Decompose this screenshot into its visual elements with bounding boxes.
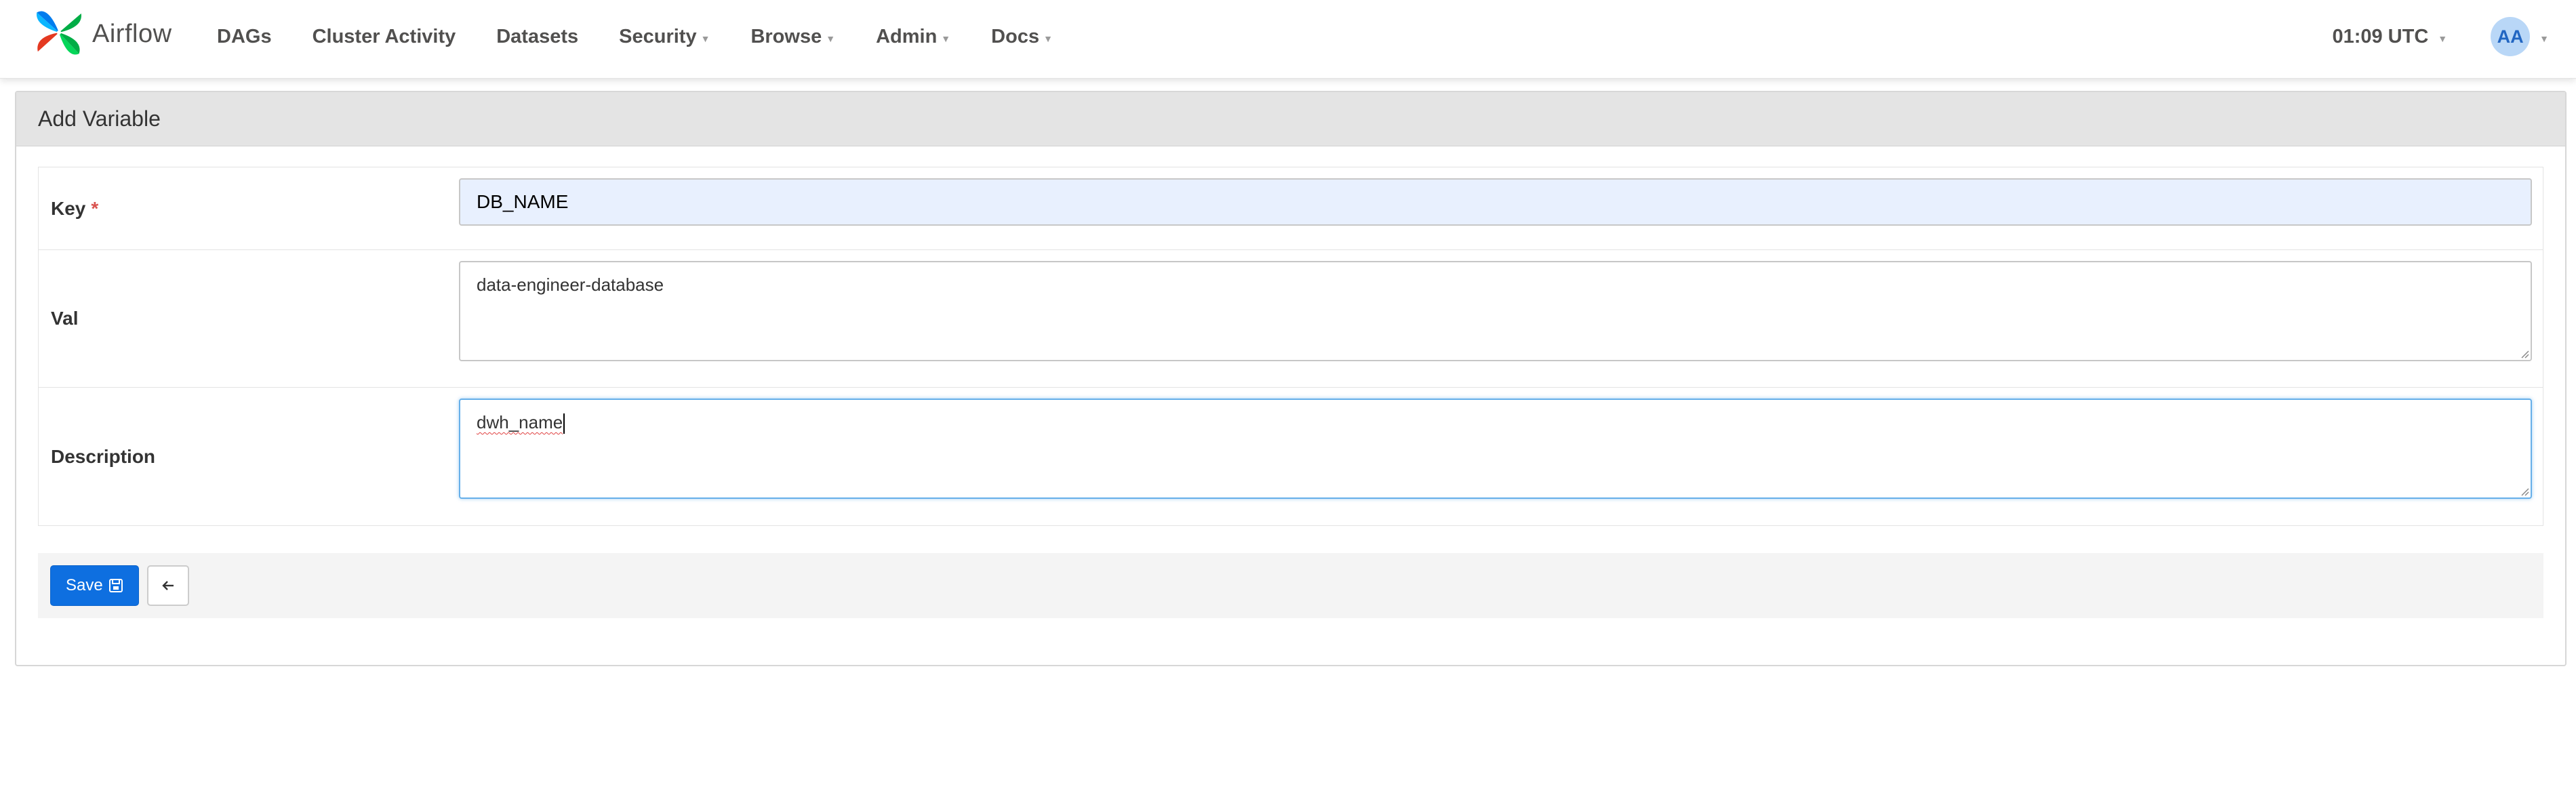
top-navbar: Airflow DAGs Cluster Activity Datasets S…: [0, 0, 2576, 79]
brand-name: Airflow: [92, 19, 172, 48]
caret-down-icon: ▼: [700, 33, 710, 44]
save-button[interactable]: Save: [50, 565, 139, 606]
description-label-text: Description: [51, 445, 156, 467]
nav-dags-label: DAGs: [217, 25, 272, 47]
text-cursor: [563, 413, 565, 434]
key-input[interactable]: DB_NAME: [459, 178, 2532, 226]
description-textarea-value: dwh_name: [477, 412, 563, 432]
val-textarea[interactable]: data-engineer-database: [459, 261, 2532, 361]
resize-grip-icon[interactable]: [2518, 348, 2529, 359]
add-variable-panel: Add Variable Key * DB_NAME Val data-engi…: [15, 91, 2567, 666]
resize-grip-icon[interactable]: [2518, 485, 2529, 496]
panel-title: Add Variable: [16, 92, 2565, 146]
key-cell: DB_NAME: [459, 167, 2543, 249]
brand-link[interactable]: Airflow: [33, 7, 172, 61]
nav-docs-dropdown[interactable]: Docs ▼: [991, 26, 1053, 48]
nav-cluster-activity[interactable]: Cluster Activity: [313, 26, 456, 48]
nav-security-dropdown[interactable]: Security ▼: [619, 26, 710, 48]
form-row-description: Description dwh_name: [39, 388, 2543, 525]
back-button[interactable]: [146, 565, 189, 606]
nav-cluster-activity-label: Cluster Activity: [312, 25, 456, 47]
nav-right: 01:09 UTC ▼ AA ▼: [2332, 0, 2549, 73]
nav-datasets-label: Datasets: [496, 25, 579, 47]
airflow-logo-icon: [33, 6, 85, 62]
key-label: Key *: [39, 167, 459, 249]
description-label: Description: [39, 388, 459, 525]
clock-text: 01:09 UTC: [2332, 25, 2429, 47]
form-row-val: Val data-engineer-database: [39, 250, 2543, 388]
avatar: AA: [2491, 17, 2531, 56]
val-cell: data-engineer-database: [459, 250, 2543, 387]
save-button-label: Save: [66, 576, 103, 594]
nav-admin-dropdown[interactable]: Admin ▼: [876, 26, 950, 48]
arrow-left-icon: [162, 581, 174, 590]
nav-security-label: Security: [619, 25, 697, 47]
caret-down-icon: ▼: [2438, 33, 2448, 44]
val-textarea-value: data-engineer-database: [477, 274, 664, 295]
val-label: Val: [39, 250, 459, 387]
save-icon: [108, 579, 123, 592]
main-nav: DAGs Cluster Activity Datasets Security …: [217, 0, 1093, 73]
key-label-text: Key: [51, 197, 86, 219]
clock-dropdown[interactable]: 01:09 UTC ▼: [2332, 26, 2447, 48]
nav-docs-label: Docs: [991, 25, 1040, 47]
nav-datasets[interactable]: Datasets: [496, 26, 578, 48]
caret-down-icon: ▼: [2539, 33, 2549, 44]
description-cell: dwh_name: [459, 388, 2543, 525]
form-row-key: Key * DB_NAME: [39, 167, 2543, 250]
variable-form: Key * DB_NAME Val data-engineer-database: [38, 167, 2543, 526]
user-menu[interactable]: AA ▼: [2491, 17, 2549, 56]
required-mark: *: [91, 197, 99, 219]
caret-down-icon: ▼: [941, 33, 951, 44]
nav-dags[interactable]: DAGs: [217, 26, 272, 48]
val-label-text: Val: [51, 308, 79, 329]
caret-down-icon: ▼: [826, 33, 836, 44]
description-textarea[interactable]: dwh_name: [459, 399, 2532, 499]
nav-browse-label: Browse: [750, 25, 822, 47]
key-input-value: DB_NAME: [477, 191, 569, 212]
form-actions: Save: [38, 553, 2543, 618]
nav-browse-dropdown[interactable]: Browse ▼: [750, 26, 835, 48]
caret-down-icon: ▼: [1043, 33, 1053, 44]
nav-admin-label: Admin: [876, 25, 938, 47]
